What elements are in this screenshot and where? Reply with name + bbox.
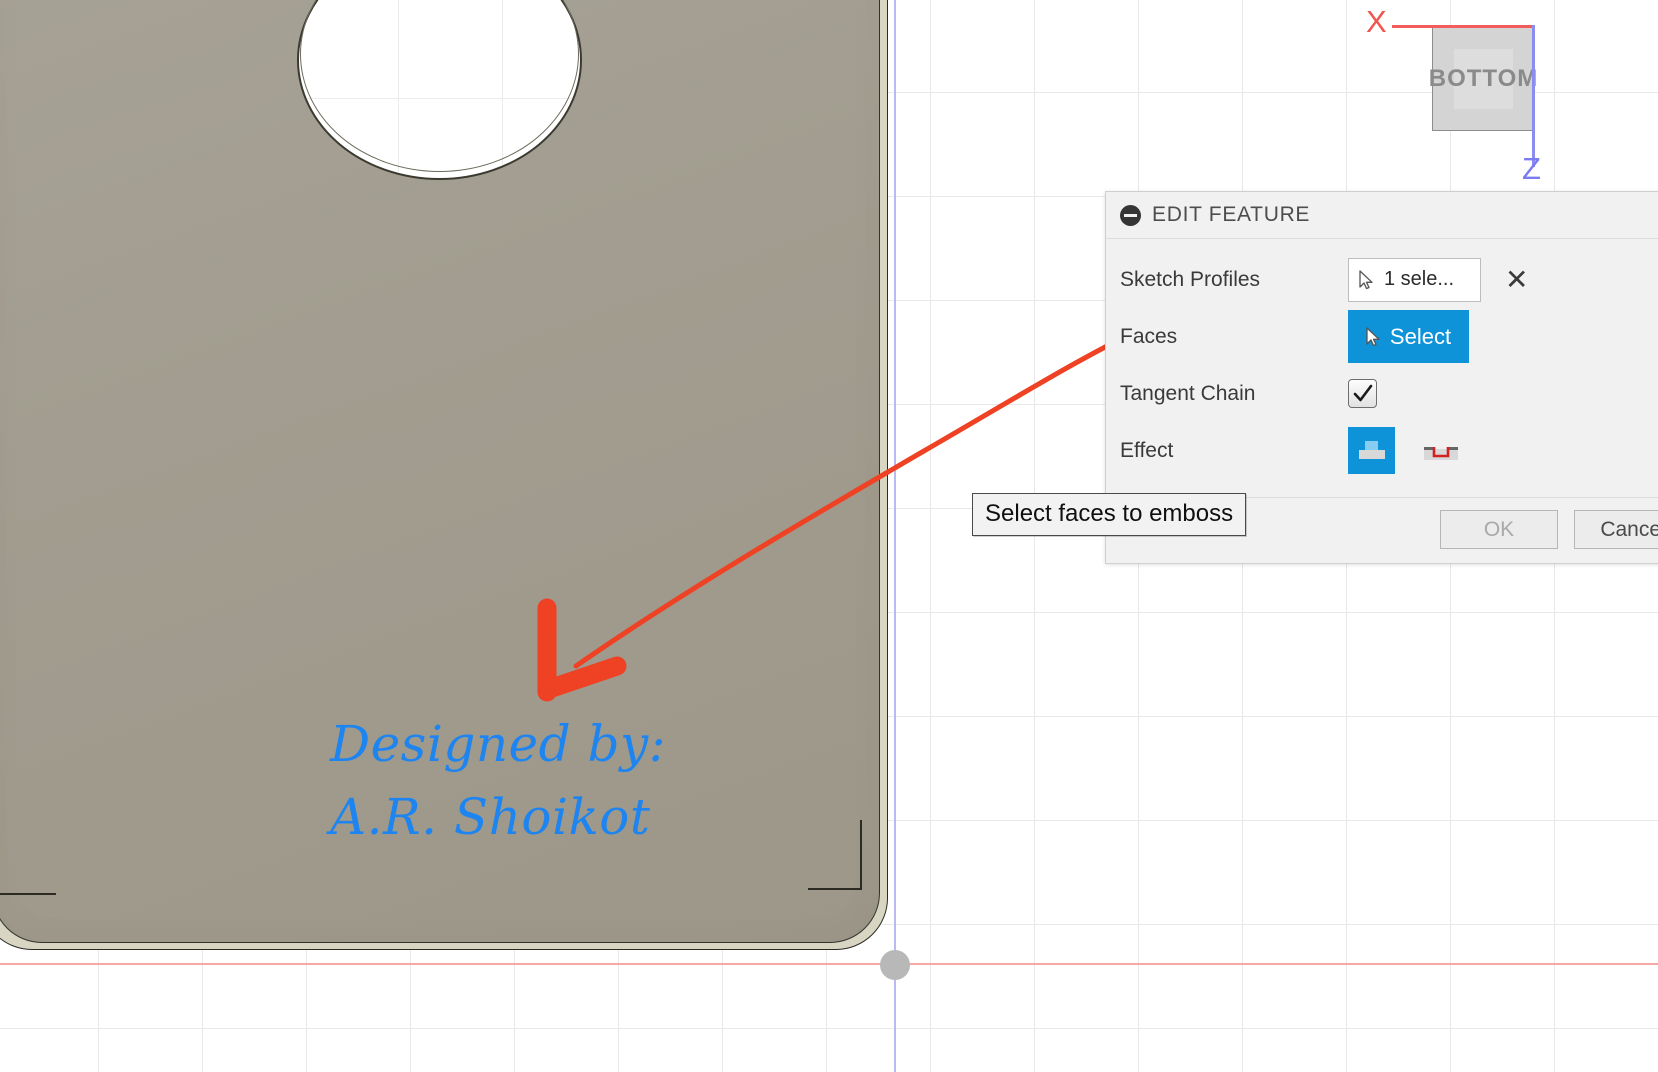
view-cube-axis-x-label: X (1366, 4, 1387, 39)
tooltip: Select faces to emboss (972, 493, 1247, 536)
sketch-profiles-control: 1 sele... ✕ (1348, 257, 1528, 302)
row-sketch-profiles: Sketch Profiles 1 sele... ✕ (1106, 251, 1658, 308)
clear-selection-icon[interactable]: ✕ (1505, 265, 1528, 294)
cursor-arrow-icon (1359, 269, 1373, 289)
faces-select-button[interactable]: Select (1348, 310, 1469, 363)
emboss-icon[interactable] (1348, 427, 1395, 474)
corner-seam-right (860, 820, 862, 890)
row-tangent-chain: Tangent Chain (1106, 365, 1658, 422)
engrave-icon[interactable] (1417, 427, 1464, 474)
through-hole-grid (299, 0, 580, 178)
origin-axis-z-line (894, 0, 896, 1072)
view-cube-face-label: BOTTOM (1428, 65, 1539, 92)
ok-button[interactable]: OK (1440, 510, 1558, 549)
tangent-chain-control (1348, 379, 1377, 408)
minus-circle-icon[interactable] (1120, 204, 1141, 226)
view-cube[interactable]: BOTTOM X Z (1366, 4, 1541, 186)
effect-control (1348, 427, 1464, 474)
effect-label: Effect (1120, 438, 1174, 462)
engraved-line-2: A.R. Shoikot (330, 787, 651, 846)
dialog-body: Sketch Profiles 1 sele... ✕ Faces Select… (1106, 239, 1658, 497)
dialog-title: EDIT FEATURE (1152, 203, 1311, 226)
row-effect: Effect (1106, 422, 1658, 479)
corner-seam-bottom-right (808, 888, 862, 890)
origin-axis-x-line (0, 963, 1658, 965)
engraved-line-1: Designed by: (330, 715, 667, 773)
cancel-button[interactable]: Cancel (1574, 510, 1658, 549)
cursor-arrow-icon (1366, 326, 1380, 346)
dialog-titlebar[interactable]: EDIT FEATURE (1106, 192, 1658, 239)
view-cube-axis-z-label: Z (1522, 151, 1541, 186)
tangent-chain-checkbox[interactable] (1348, 379, 1377, 408)
tangent-chain-label: Tangent Chain (1120, 381, 1256, 405)
view-cube-axis-z-line (1532, 25, 1535, 167)
view-cube-axis-x-line (1392, 25, 1534, 28)
faces-control: Select (1348, 310, 1469, 363)
cad-viewport[interactable]: Designed by: A.R. Shoikot BOTTOM X Z EDI… (0, 0, 1658, 1072)
tooltip-text: Select faces to emboss (985, 500, 1234, 527)
row-faces: Faces Select (1106, 308, 1658, 365)
checkmark-icon (1353, 384, 1372, 401)
engraved-designer-text[interactable]: Designed by: A.R. Shoikot (330, 708, 750, 853)
model-through-hole[interactable] (297, 0, 582, 180)
sketch-profiles-selection-field[interactable]: 1 sele... (1348, 257, 1481, 302)
faces-label: Faces (1120, 324, 1178, 348)
faces-select-button-label: Select (1389, 323, 1452, 349)
sketch-profiles-value: 1 sele... (1384, 268, 1455, 290)
view-cube-face[interactable]: BOTTOM (1429, 27, 1537, 131)
sketch-profiles-label: Sketch Profiles (1120, 267, 1261, 291)
corner-seam-bottom-left (0, 893, 56, 895)
